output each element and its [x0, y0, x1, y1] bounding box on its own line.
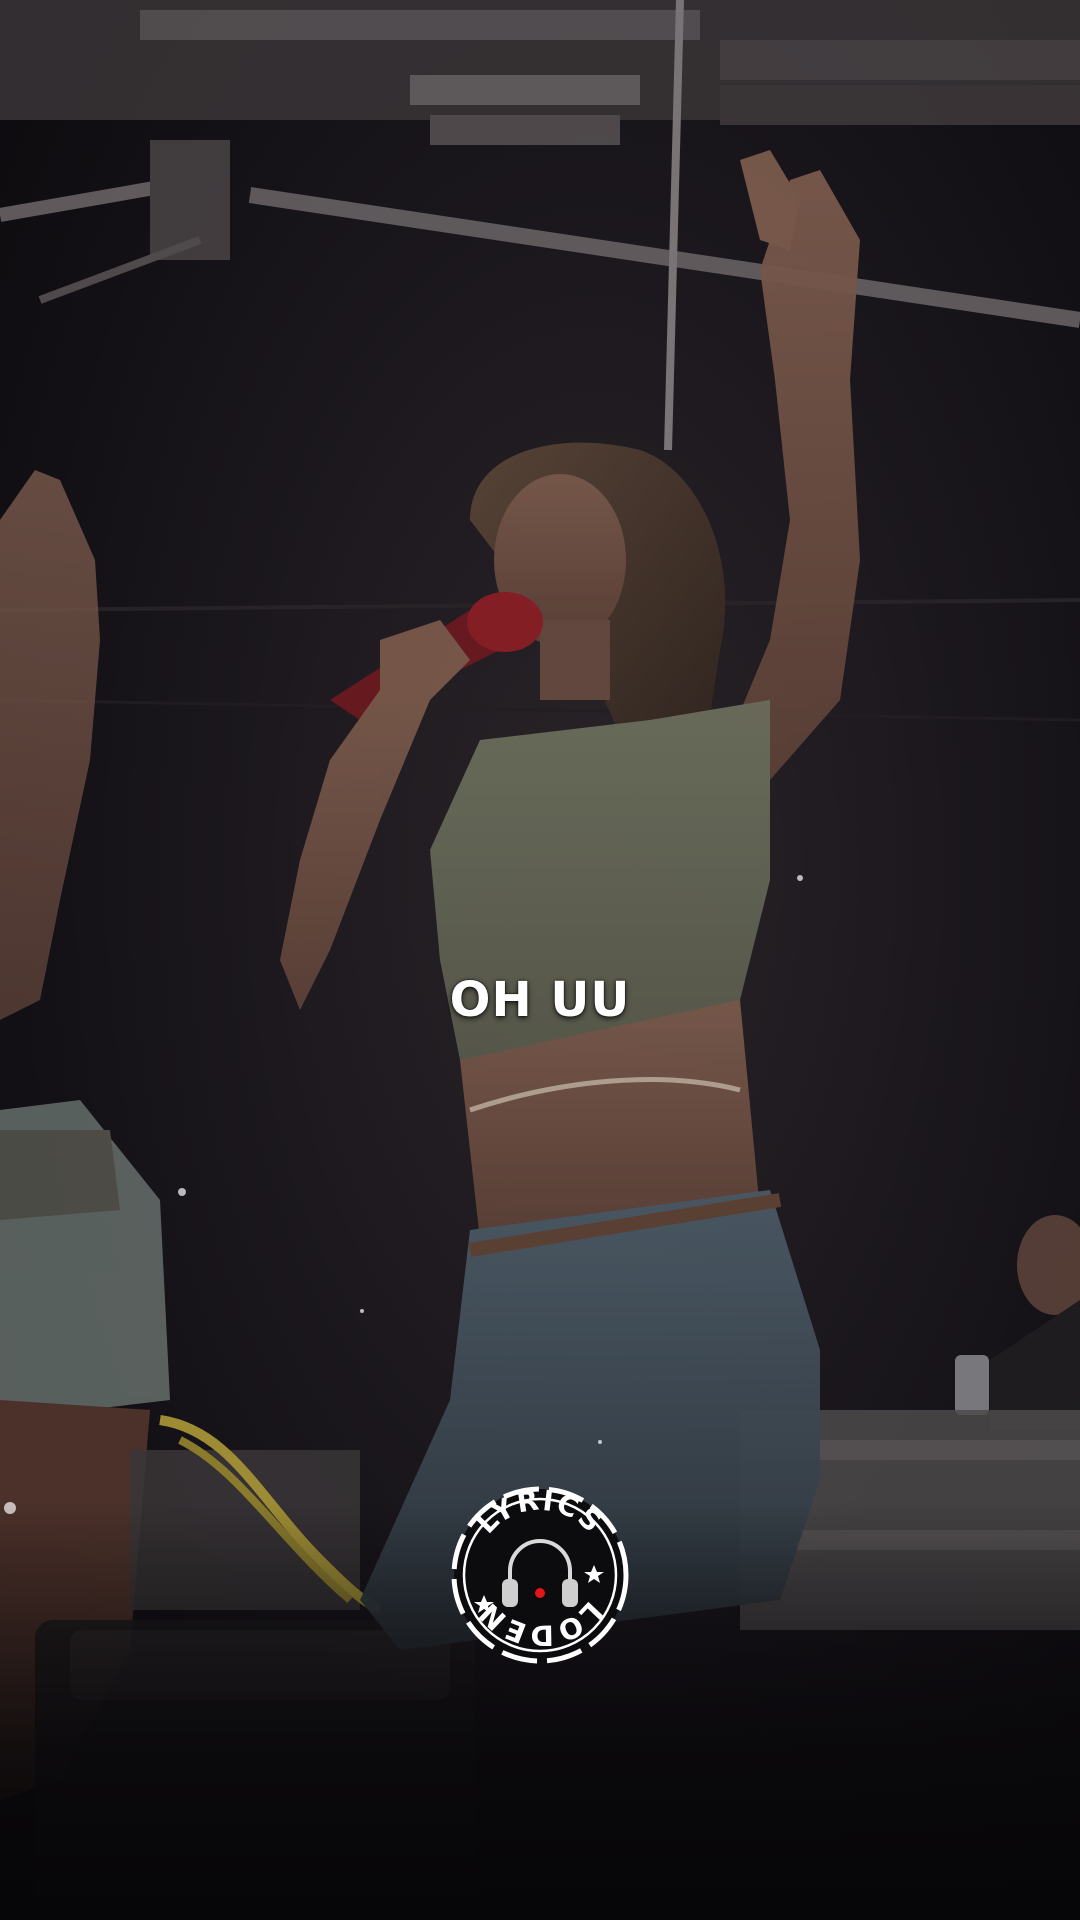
lyrics-loden-watermark: LYRICS LODEN [448, 1483, 632, 1667]
video-frame: OH UU LYRICS LODEN [0, 0, 1080, 1920]
lyric-caption: OH UU [449, 972, 631, 1028]
